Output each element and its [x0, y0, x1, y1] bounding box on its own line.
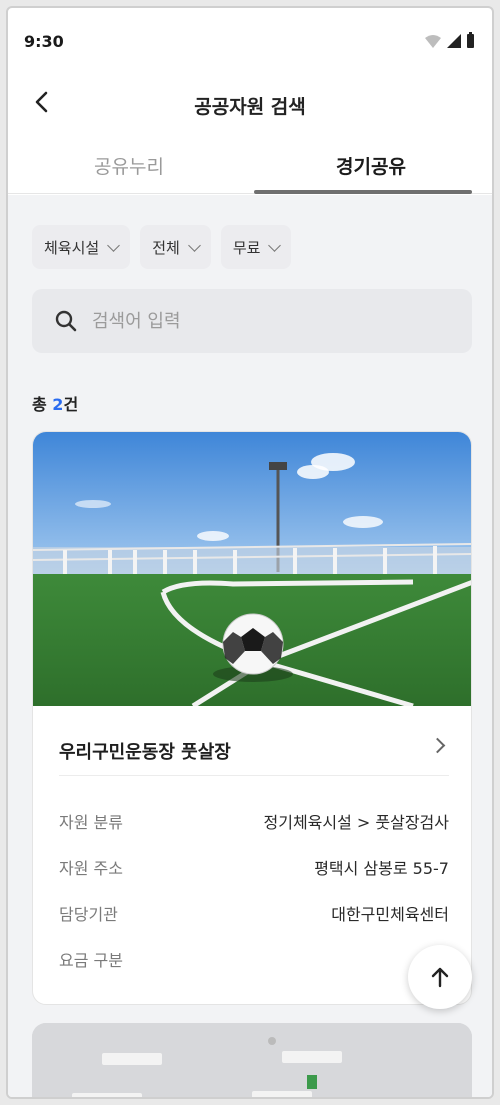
detail-value: 평택시 삼봉로 55-7 [314, 859, 449, 878]
detail-label: 요금 구분 [59, 951, 123, 970]
chevron-down-icon [187, 238, 201, 252]
scroll-top-button[interactable] [408, 945, 472, 1009]
result-count-prefix: 총 [32, 395, 53, 414]
tab-gyeonggi-share[interactable]: 경기공유 [250, 140, 492, 194]
signal-icon [447, 34, 461, 48]
tab-bar: 공유누리 경기공유 [8, 140, 492, 194]
card-title-row[interactable]: 우리구민운동장 풋살장 [59, 728, 449, 776]
detail-row: 담당기관 대한구민체육센터 [59, 890, 449, 936]
search-input[interactable] [92, 310, 412, 332]
search-box[interactable] [32, 289, 472, 353]
filter-bar: 체육시설 전체 무료 [32, 225, 292, 269]
detail-value: 대한구민체육센터 [331, 905, 449, 924]
filter-fee[interactable]: 무료 [220, 225, 292, 269]
status-icons [425, 32, 474, 48]
chevron-down-icon [107, 238, 121, 252]
app-header: 공공자원 검색 [8, 74, 492, 130]
filter-category[interactable]: 체육시설 [32, 225, 131, 269]
filter-fee-label: 무료 [232, 238, 261, 257]
status-time: 9:30 [24, 32, 64, 51]
status-bar: 9:30 [8, 8, 492, 66]
wifi-icon [425, 35, 441, 48]
detail-label: 자원 주소 [59, 859, 123, 878]
arrow-up-icon [431, 967, 449, 988]
detail-row: 요금 구분 무료 [59, 936, 449, 982]
detail-row: 자원 주소 평택시 삼봉로 55-7 [59, 844, 449, 890]
futsal-field-photo [33, 432, 471, 706]
filter-region-label: 전체 [152, 238, 180, 257]
filter-category-label: 체육시설 [44, 238, 100, 257]
chevron-right-icon [429, 737, 446, 754]
detail-value: 정기체육시설 > 풋살장검사 [263, 813, 450, 832]
result-count-number: 2 [52, 395, 64, 414]
card-title: 우리구민운동장 풋살장 [59, 742, 231, 763]
detail-label: 자원 분류 [59, 813, 123, 832]
page-title: 공공자원 검색 [194, 96, 306, 118]
resource-card-partial[interactable] [32, 1023, 472, 1097]
detail-label: 담당기관 [59, 905, 118, 924]
tab-gongyunuri[interactable]: 공유누리 [8, 140, 250, 193]
resource-card[interactable]: 우리구민운동장 풋살장 자원 분류 정기체육시설 > 풋살장검사 자원 주소 평… [32, 431, 472, 1005]
result-count: 총 2건 [32, 391, 78, 415]
card-details: 자원 분류 정기체육시설 > 풋살장검사 자원 주소 평택시 삼봉로 55-7 … [59, 798, 449, 982]
chevron-down-icon [268, 238, 282, 252]
search-icon [55, 310, 77, 332]
battery-icon [467, 32, 474, 48]
detail-row: 자원 분류 정기체육시설 > 풋살장검사 [59, 798, 449, 844]
result-count-suffix: 건 [63, 395, 79, 414]
phone-screen: 9:30 공공자원 검색 공유누리 경기공유 체육시설 전체 무료 검색어 입력… [6, 6, 494, 1099]
filter-region[interactable]: 전체 [140, 225, 211, 269]
content-area: 체육시설 전체 무료 총 2건 [8, 195, 492, 1097]
indoor-facility-photo [32, 1023, 472, 1097]
